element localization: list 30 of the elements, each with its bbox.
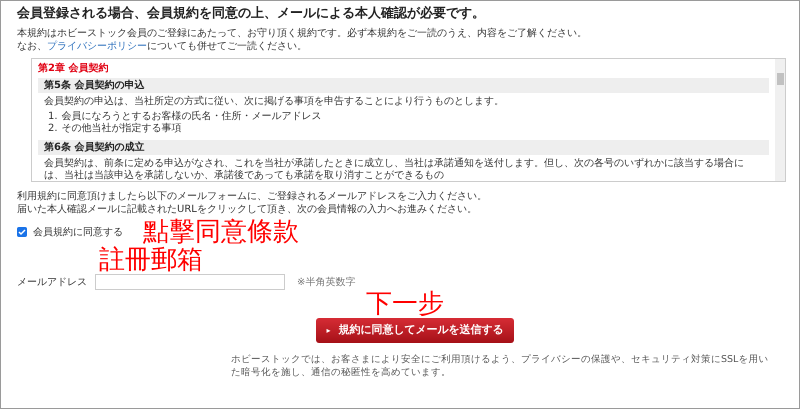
caret-icon: ▸ — [326, 324, 330, 336]
section-paragraph: 会員契約は、前条に定める申込がなされ、これを当社が承諾したときに成立し、当社は承諾通知を送付します。但し、次の各号のいずれかに該当する場合には、当社は当該申込を承諾しないか、承諾後であっても承諾を取り消すことができるもの — [43, 158, 745, 181]
privacy-policy-link[interactable]: プライバシーポリシー — [47, 41, 147, 52]
email-label: メールアドレス — [17, 276, 87, 290]
chapter-title: 第2章 会員契約 — [38, 62, 110, 76]
list-item-text: 会員になろうとするお客様の氏名・住所・メールアドレス — [62, 111, 322, 122]
email-input-field[interactable] — [95, 274, 285, 290]
instruction-text: 利用規約に同意頂けましたら以下のメールフォームに、ご登録されるメールアドレスをご入力ください。 — [17, 190, 488, 203]
annotation-text: 註冊郵箱 — [99, 246, 204, 274]
agree-label: 会員規約に同意する — [33, 226, 123, 240]
scrollbar-thumb[interactable] — [776, 73, 784, 85]
footer-text: ホビーストックでは、お客さまにより安全にご利用頂けるよう、プライバシーの保護や、セキュリティ対策にSSLを用いた暗号化を施し、通信の秘匿性を高めています。 — [231, 353, 770, 379]
page-heading: 会員登録される場合、会員規約を同意の上、メールによる本人確認が必要です。 — [17, 5, 486, 23]
list-number: 2. — [48, 123, 58, 135]
annotation-text: 下一步 — [366, 290, 444, 318]
section-title: 第5条 会員契約の申込 — [38, 78, 769, 93]
agree-checkbox[interactable] — [17, 227, 27, 237]
checkmark-icon — [18, 228, 26, 236]
list-number: 1. — [48, 111, 58, 123]
intro-text: なお、プライバシーポリシーについても併せてご一読ください。 — [17, 40, 308, 53]
intro-text: 本規約はホビーストック会員のご登録にあたって、お守り頂く規約です。必ず本規約をご一読のうえ、内容をご了解ください。 — [17, 27, 588, 40]
scrollbar[interactable] — [775, 59, 785, 181]
email-note: ※半角英数字 — [297, 276, 356, 290]
submit-button[interactable]: ▸ 規約に同意してメールを送信する — [316, 318, 514, 343]
instruction-text: 届いた本人確認メールに記載されたURLをクリックして頂き、次の会員情報の入力へお進みください。 — [17, 203, 478, 216]
list-item-text: その他当社が指定する事項 — [62, 123, 182, 135]
annotation-text: 點擊同意條款 — [143, 218, 299, 246]
section-paragraph: 会員契約の申込は、当社所定の方式に従い、次に掲げる事項を申告することにより行うものとします。 — [43, 96, 505, 108]
terms-scroll-box[interactable] — [31, 58, 786, 182]
section-title: 第6条 会員契約の成立 — [38, 140, 769, 155]
